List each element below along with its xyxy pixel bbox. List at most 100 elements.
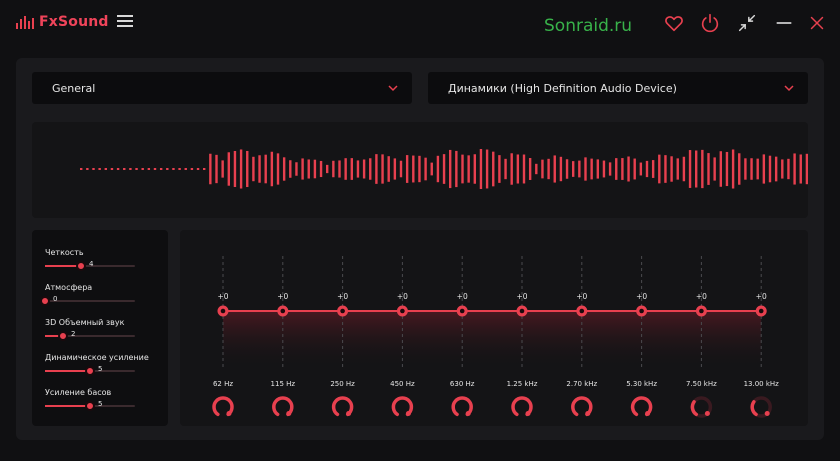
eq-knob-indicator bbox=[405, 411, 411, 416]
visualizer-bar bbox=[670, 156, 673, 182]
visualizer-bar bbox=[455, 150, 458, 188]
eq-band-frequency: 13.00 kHz bbox=[744, 380, 780, 388]
visualizer-bar bbox=[289, 160, 292, 178]
power-icon[interactable] bbox=[699, 12, 721, 34]
eq-gain-label: +0 bbox=[756, 292, 767, 301]
eq-band-knob[interactable] bbox=[750, 396, 772, 418]
visualizer-bar bbox=[615, 158, 618, 180]
visualizer-bar bbox=[344, 158, 347, 180]
visualizer-bar bbox=[276, 153, 280, 185]
visualizer-bar bbox=[762, 154, 766, 184]
visualizer-bar bbox=[436, 155, 440, 183]
visualizer-bar bbox=[424, 157, 427, 181]
visualizer-bar bbox=[92, 168, 95, 170]
eq-band-knob[interactable] bbox=[571, 396, 593, 417]
effect-value: 0 bbox=[53, 295, 58, 303]
visualizer-bar bbox=[252, 156, 255, 182]
eq-band-knob[interactable] bbox=[451, 396, 473, 417]
minimize-to-mini-icon[interactable] bbox=[736, 12, 758, 34]
eq-band-frequency: 1.25 kHz bbox=[507, 380, 538, 388]
eq-band-frequency: 7.50 kHz bbox=[686, 380, 717, 388]
visualizer-bar bbox=[774, 156, 778, 182]
effect-slider-handle[interactable] bbox=[58, 331, 68, 341]
effect-label: 3D Объемный звук bbox=[45, 318, 125, 327]
visualizer-bar bbox=[719, 151, 722, 187]
eq-band-knob[interactable] bbox=[511, 396, 533, 417]
eq-band-knob[interactable] bbox=[630, 396, 653, 417]
effect-slider-handle[interactable] bbox=[76, 261, 86, 271]
heart-icon[interactable] bbox=[663, 12, 685, 34]
visualizer-bar bbox=[135, 168, 138, 170]
visualizer-bar bbox=[282, 157, 286, 181]
visualizer-bar bbox=[547, 158, 550, 180]
visualizer-bar bbox=[239, 149, 243, 189]
eq-band-frequency: 630 Hz bbox=[450, 380, 475, 388]
visualizer-bar bbox=[658, 154, 661, 184]
visualizer-bar bbox=[805, 153, 808, 185]
visualizer-bar bbox=[209, 153, 212, 185]
minimize-icon[interactable] bbox=[773, 12, 795, 34]
eq-gain-label: +0 bbox=[576, 292, 587, 301]
visualizer-bar bbox=[590, 158, 593, 180]
effect-slider-track[interactable] bbox=[45, 366, 135, 376]
visualizer-bar bbox=[799, 154, 802, 184]
visualizer-bar bbox=[695, 150, 698, 188]
effect-label: Усиление басов bbox=[45, 388, 112, 397]
visualizer-bar bbox=[159, 168, 163, 170]
eq-band-frequency: 250 Hz bbox=[330, 380, 355, 388]
eq-band-handle-center bbox=[220, 308, 226, 314]
visualizer-bar bbox=[479, 149, 483, 189]
visualizer-bar bbox=[645, 160, 649, 178]
effect-slider-track[interactable] bbox=[45, 401, 135, 411]
effect-label: Четкость bbox=[45, 248, 84, 257]
visualizer-bar bbox=[98, 168, 101, 170]
visualizer-bar bbox=[147, 168, 151, 170]
eq-band-knob[interactable] bbox=[331, 396, 354, 417]
visualizer-bar bbox=[264, 154, 267, 184]
visualizer-bar bbox=[110, 168, 114, 170]
visualizer-bar bbox=[553, 155, 556, 183]
visualizer-bar bbox=[381, 154, 384, 184]
visualizer-bar bbox=[362, 159, 366, 179]
visualizer-bar bbox=[449, 149, 452, 189]
eq-gain-label: +0 bbox=[696, 292, 707, 301]
eq-knob-indicator bbox=[764, 411, 770, 416]
visualizer-bar bbox=[184, 168, 187, 170]
visualizer-bar bbox=[781, 159, 784, 179]
eq-band-knob[interactable] bbox=[391, 396, 414, 417]
visualizer-bar bbox=[793, 153, 796, 185]
effect-slider-handle[interactable] bbox=[40, 296, 50, 306]
output-device-dropdown[interactable]: Динамики (High Definition Audio Device) bbox=[428, 72, 808, 104]
close-icon[interactable] bbox=[806, 12, 828, 34]
eq-band-handle-center bbox=[758, 308, 764, 314]
effect-value: 5 bbox=[98, 365, 103, 373]
eq-band-knob[interactable] bbox=[272, 396, 294, 417]
visualizer-bar bbox=[172, 168, 175, 170]
visualizer-bar bbox=[535, 163, 538, 175]
effect-slider-handle[interactable] bbox=[85, 401, 95, 411]
menu-icon[interactable] bbox=[117, 15, 133, 29]
visualizer-bar bbox=[246, 150, 249, 188]
eq-band-knob[interactable] bbox=[690, 396, 713, 418]
preset-dropdown[interactable]: General bbox=[32, 72, 412, 104]
logo-bars-icon bbox=[16, 15, 34, 29]
visualizer-bar bbox=[768, 155, 772, 183]
effect-slider-handle[interactable] bbox=[85, 366, 95, 376]
visualizer-bar bbox=[196, 168, 200, 170]
output-device-dropdown-value: Динамики (High Definition Audio Device) bbox=[448, 81, 677, 95]
eq-gain-label: +0 bbox=[457, 292, 468, 301]
visualizer-bar bbox=[295, 162, 298, 176]
visualizer-bar bbox=[461, 154, 464, 184]
preset-dropdown-value: General bbox=[52, 81, 96, 95]
visualizer-bar bbox=[664, 155, 667, 183]
effect-slider-track[interactable] bbox=[45, 331, 135, 341]
visualizer-bar bbox=[338, 160, 341, 178]
visualizer-bar bbox=[676, 158, 679, 180]
eq-knob-indicator bbox=[286, 411, 292, 416]
main-panel: General Динамики (High Definition Audio … bbox=[16, 58, 824, 440]
eq-band-knob[interactable] bbox=[212, 396, 234, 417]
eq-knob-indicator bbox=[465, 411, 471, 416]
effect-slider-track[interactable] bbox=[40, 296, 135, 306]
effect-value: 2 bbox=[71, 330, 76, 338]
eq-band-frequency: 115 Hz bbox=[271, 380, 296, 388]
